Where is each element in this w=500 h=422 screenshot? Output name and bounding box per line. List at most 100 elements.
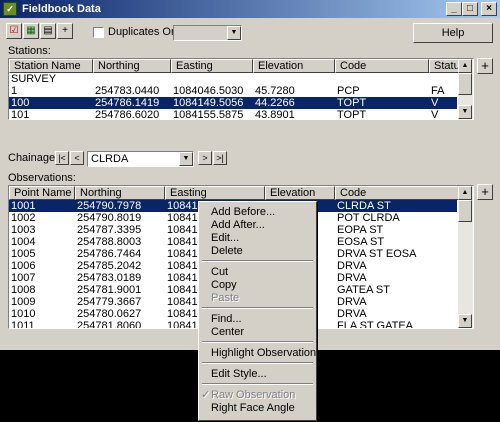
menu-item-edit-style[interactable]: Edit Style... [201,367,314,381]
table-cell: 1010 [11,308,36,320]
table-cell: FLA ST GATEA [337,320,414,329]
column-header[interactable]: Easting [165,186,265,200]
menu-item-edit[interactable]: Edit... [201,231,314,245]
table-cell: DRVA [337,260,367,272]
menu-item-highlight-observations[interactable]: Highlight Observations [201,346,322,360]
observations-label: Observations: [8,172,76,184]
menu-item-delete[interactable]: Delete [201,244,314,258]
column-header[interactable]: Northing [75,186,165,200]
scroll-thumb[interactable] [458,73,472,95]
stations-table[interactable]: Station Name Northing Easting Elevation Code… [8,58,474,120]
scroll-up-icon[interactable]: ▲ [458,59,472,73]
table-cell: 254786.7464 [77,248,142,260]
stations-label: Stations: [8,45,51,57]
table-cell: 1084149.5056 [173,97,244,109]
scroll-up-icon[interactable]: ▲ [458,186,472,200]
table-cell: PCP [337,85,360,97]
column-header[interactable]: Station Name [9,59,93,73]
context-menu: Add Before... Add After... Edit... Delete Cu… [198,201,322,421]
menu-separator [202,307,313,309]
table-cell: 254786.6020 [95,109,160,120]
table-cell: 254783.0440 [95,85,160,97]
prev-chainage-button[interactable]: < [70,151,84,165]
menu-separator [202,383,313,385]
help-button[interactable]: Help [413,23,493,43]
column-header[interactable]: Code [335,186,460,200]
maximize-button[interactable]: □ [462,2,478,16]
table-row[interactable]: 101 254786.6020 1084155.5875 43.8901 TOPT V [9,109,457,120]
table-cell: 1003 [11,224,36,236]
next-chainage-button[interactable]: > [198,151,212,165]
table-cell: TOPT [337,109,367,120]
column-header[interactable]: Easting [171,59,253,73]
vertical-scrollbar[interactable]: ▲ ▼ [458,186,473,328]
column-header[interactable]: Statu [429,59,459,73]
scroll-down-icon[interactable]: ▼ [458,105,472,119]
chevron-down-icon[interactable]: ▼ [227,26,241,40]
column-header[interactable]: Northing [93,59,171,73]
menu-item-find[interactable]: Find... [201,312,314,326]
minimize-button[interactable]: _ [446,2,462,16]
table-cell: 1 [11,85,18,97]
scroll-thumb[interactable] [458,200,472,222]
table-cell: 1007 [11,272,36,284]
table-cell: DRVA [337,272,367,284]
table-cell: FA [431,85,445,97]
table-cell: 254779.3667 [77,296,142,308]
last-chainage-button[interactable]: >| [213,151,227,165]
table-cell: POT CLRDA [337,212,400,224]
table-cell: SURVEY [11,73,57,85]
table-cell: 1004 [11,236,36,248]
menu-item-add-after[interactable]: Add After... [201,218,314,232]
menu-item-add-before[interactable]: Add Before... [201,205,314,219]
add-icon[interactable]: + [57,23,73,39]
table-cell: EOPA ST [337,224,384,236]
table-row[interactable]: 1 254783.0440 1084046.5030 45.7280 PCP FA [9,85,457,97]
duplicates-checkbox[interactable] [93,27,104,38]
table-cell: 254787.3395 [77,224,142,236]
menu-item-center[interactable]: Center [201,325,314,339]
table-cell: 254790.8019 [77,212,142,224]
table-cell: 1084155.5875 [173,109,244,120]
table-row[interactable]: SURVEY [9,73,457,85]
table-cell: 1009 [11,296,36,308]
table-cell: 43.8901 [255,109,295,120]
vertical-scrollbar[interactable]: ▲ ▼ [458,59,473,119]
chainage-select[interactable]: CLRDA ▼ [87,151,194,167]
table-cell: DRVA [337,308,367,320]
table-cell: 254781.9001 [77,284,142,296]
table-cell: 1084046.5030 [173,85,244,97]
duplicates-dropdown[interactable]: ▼ [173,25,242,41]
menu-item-copy[interactable]: Copy [201,278,314,292]
add-station-button[interactable]: + [477,58,493,74]
close-button[interactable]: × [481,2,497,16]
column-header[interactable]: Elevation [265,186,335,200]
menu-separator [202,341,313,343]
table-cell: DRVA ST EOSA [337,248,417,260]
table-cell: 1005 [11,248,36,260]
menu-item-right-face-angle[interactable]: Right Face Angle [201,401,314,415]
chevron-down-icon[interactable]: ▼ [179,152,193,166]
table-cell: 100 [11,97,30,109]
table-cell: 254785.2042 [77,260,142,272]
table-cell: 45.7280 [255,85,295,97]
menu-item-cut[interactable]: Cut [201,265,314,279]
first-chainage-button[interactable]: |< [55,151,69,165]
table-cell: 1002 [11,212,36,224]
add-observation-button[interactable]: + [477,184,493,200]
table-cell: 1001 [11,200,36,212]
column-header[interactable]: Elevation [253,59,335,73]
checklist-icon[interactable]: ☑ [6,23,22,39]
table-cell: 44.2266 [255,97,295,109]
grid-icon[interactable]: ▦ [23,23,39,39]
table-cell: 254786.1419 [95,97,160,109]
table-row[interactable]: 100 254786.1419 1084149.5056 44.2266 TOPT V [9,97,457,109]
table-cell: V [431,109,439,120]
table-cell: GATEA ST [337,284,390,296]
column-header[interactable]: Code [335,59,429,73]
table-cell: 254788.8003 [77,236,142,248]
window-title: Fieldbook Data [22,3,101,15]
column-header[interactable]: Point Name [9,186,75,200]
document-icon[interactable]: ▤ [40,23,56,39]
scroll-down-icon[interactable]: ▼ [458,314,472,328]
